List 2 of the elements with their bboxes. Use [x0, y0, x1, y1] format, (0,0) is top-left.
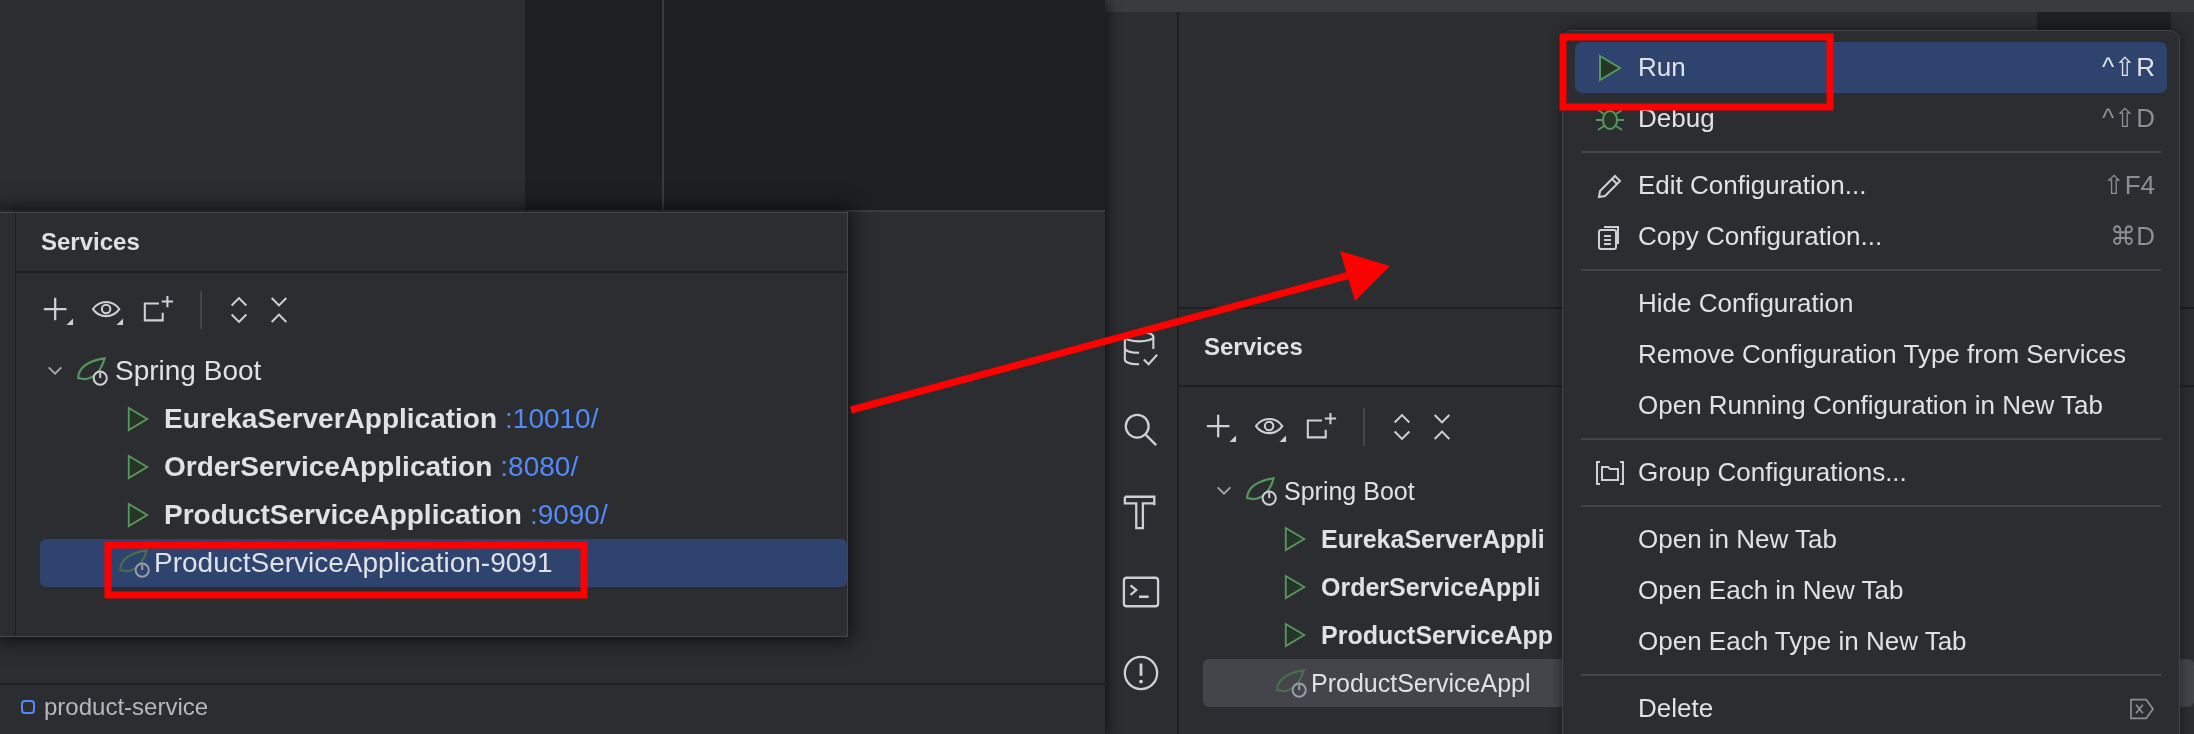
- panel-title: Services: [1204, 333, 1303, 361]
- panel-title: Services: [41, 228, 140, 256]
